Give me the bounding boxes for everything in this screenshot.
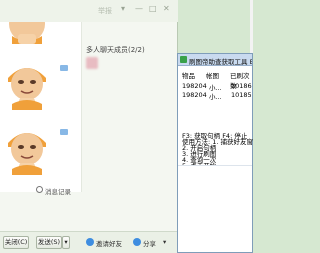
column-header[interactable]: 物品: [182, 70, 195, 80]
report-link[interactable]: 举报: [98, 6, 112, 16]
history-link[interactable]: 消息记录: [45, 186, 71, 196]
share-chevron-icon[interactable]: ▾: [163, 238, 166, 246]
read-status-icon: [60, 129, 68, 135]
chat-window: 举报 ▾ — □ ✕ 多人聊天成员(2/2) 消息记录 关闭(C) 发送(S) …: [0, 0, 178, 253]
skin-icon[interactable]: ▾: [121, 5, 125, 13]
read-status-icon: [60, 65, 68, 71]
member-avatar[interactable]: [86, 57, 98, 69]
background-window: [250, 0, 253, 53]
table-cell[interactable]: 小...: [209, 91, 222, 101]
message-area[interactable]: [0, 22, 82, 192]
sticker-image: [9, 22, 45, 44]
invite-friends-link[interactable]: 邀请好友: [96, 238, 122, 248]
table-cell[interactable]: 198204: [182, 91, 207, 99]
tool-window: 刷图帝助查获取工具 By 物品 帐图 已刷次数 198204 小... 1018…: [177, 53, 253, 253]
tool-blank-area: [178, 165, 252, 252]
table-cell[interactable]: 10185: [231, 91, 252, 99]
member-list-header: 多人聊天成员(2/2): [86, 46, 145, 54]
chat-titlebar: 举报 ▾ — □ ✕: [0, 0, 178, 22]
minimize-icon[interactable]: —: [135, 5, 143, 13]
column-header[interactable]: 帐图: [206, 70, 219, 80]
send-button[interactable]: 发送(S): [36, 236, 62, 249]
send-options-chevron-icon[interactable]: ▾: [62, 236, 70, 249]
table-cell[interactable]: 198204: [182, 82, 207, 90]
invite-icon: [86, 238, 94, 246]
table-cell[interactable]: 10186: [231, 82, 252, 90]
sticker-image: [8, 68, 46, 110]
close-icon[interactable]: ✕: [163, 5, 170, 13]
bottom-bar: 关闭(C) 发送(S) ▾ 邀请好友 分享 ▾: [0, 231, 178, 253]
sticker-image: [8, 133, 46, 175]
close-button[interactable]: 关闭(C): [3, 236, 29, 249]
share-icon: [133, 238, 141, 246]
history-bar[interactable]: 消息记录: [0, 184, 82, 196]
maximize-icon[interactable]: □: [149, 5, 157, 13]
tool-title: 刷图帝助查获取工具 By: [189, 58, 252, 66]
clock-icon: [36, 186, 43, 193]
help-text-box: F3: 获取句柄 F4: 停止 使用方法: 1. 捕获好友窗 2. 开启句柄 3…: [178, 128, 253, 170]
app-icon: [180, 56, 187, 63]
tool-titlebar[interactable]: 刷图帝助查获取工具 By: [178, 54, 252, 66]
share-link[interactable]: 分享: [143, 238, 156, 248]
